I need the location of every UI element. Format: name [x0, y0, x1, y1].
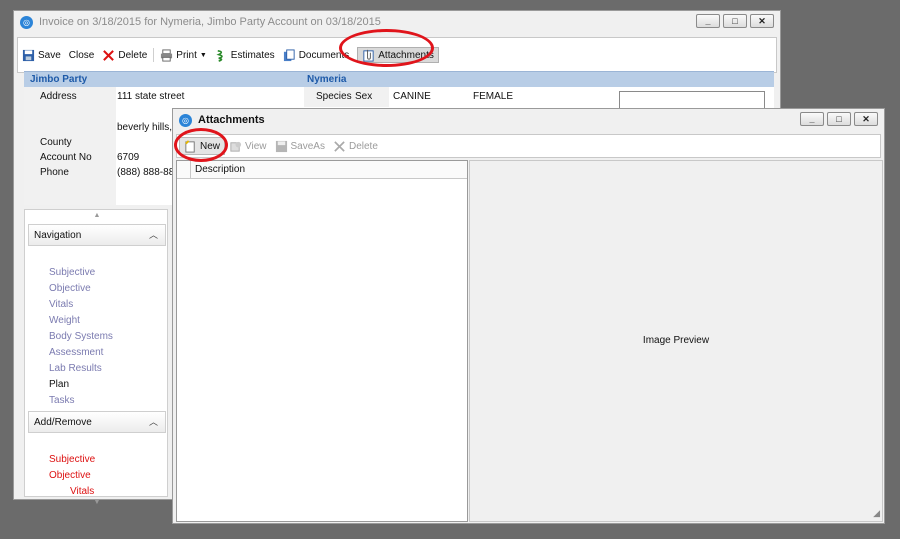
address-label: Address — [40, 91, 77, 102]
view-icon — [230, 141, 242, 152]
estimates-icon — [216, 49, 223, 62]
nav-item-plan[interactable]: Plan — [49, 379, 69, 390]
floppy-disk-icon — [275, 140, 287, 152]
delete-attachment-button[interactable]: Delete — [329, 135, 382, 157]
nav-item-subjective[interactable]: Subjective — [49, 267, 95, 278]
chevron-up-icon: ︿ — [148, 230, 158, 240]
invoice-titlebar[interactable]: ◎ Invoice on 3/18/2015 for Nymeria, Jimb… — [14, 11, 780, 33]
resize-grip-icon[interactable]: ◢ — [873, 508, 880, 519]
maximize-button[interactable]: □ — [827, 112, 851, 126]
client-name[interactable]: Jimbo Party — [30, 74, 87, 85]
image-preview-label: Image Preview — [642, 335, 710, 346]
client-patient-header: Jimbo Party Nymeria — [24, 71, 774, 87]
invoice-toolbar: Save Close Delete Print ▼ Estimates Docu… — [17, 37, 777, 73]
app-logo-icon: ◎ — [179, 113, 192, 127]
printer-icon — [161, 48, 173, 62]
delete-button[interactable]: Delete — [98, 38, 151, 72]
scroll-up-icon[interactable]: ▲ — [25, 212, 169, 219]
invoice-window-title: Invoice on 3/18/2015 for Nymeria, Jimbo … — [39, 16, 381, 28]
sex-value: FEMALE — [473, 91, 514, 102]
county-label: County — [40, 137, 72, 148]
new-button[interactable]: New — [179, 137, 226, 155]
close-window-button[interactable]: ✕ — [854, 112, 878, 126]
dropdown-arrow-icon: ▼ — [199, 51, 207, 59]
navigation-header-label: Navigation — [34, 229, 82, 241]
navigation-group-header[interactable]: Navigation ︿ — [28, 224, 166, 246]
red-x-icon — [103, 49, 115, 61]
save-label: Save — [38, 49, 61, 61]
address-line2: beverly hills, — [117, 122, 173, 133]
scroll-down-icon[interactable]: ▼ — [25, 499, 169, 506]
new-document-icon — [185, 139, 195, 153]
row-header-cell — [177, 161, 191, 179]
attachments-button[interactable]: Attachments — [357, 47, 439, 63]
attachments-list[interactable]: Description — [176, 160, 468, 522]
nav-item-assessment[interactable]: Assessment — [49, 347, 103, 358]
nav-item-vitals[interactable]: Vitals — [49, 299, 73, 310]
print-button[interactable]: Print ▼ — [156, 38, 211, 72]
view-button[interactable]: View — [225, 135, 271, 157]
documents-label: Documents — [298, 49, 350, 61]
patient-name[interactable]: Nymeria — [307, 74, 346, 85]
nav-item-objective[interactable]: Objective — [49, 283, 91, 294]
nav-item-body-systems[interactable]: Body Systems — [49, 331, 113, 342]
documents-icon — [283, 48, 295, 61]
view-label: View — [245, 140, 267, 152]
address-line1: 111 state street — [117, 91, 185, 102]
minimize-button[interactable]: _ — [800, 112, 824, 126]
close-label: Close — [68, 49, 95, 61]
attachments-list-header: Description — [177, 161, 467, 179]
attachments-label: Attachments — [378, 49, 434, 61]
image-preview-pane: Image Preview ◢ — [469, 160, 883, 522]
save-as-button[interactable]: SaveAs — [271, 135, 329, 157]
sex-label: Sex — [355, 91, 373, 102]
toolbar-separator — [153, 48, 155, 62]
print-label: Print — [176, 49, 197, 61]
delete-attachment-label: Delete — [348, 140, 378, 152]
save-as-label: SaveAs — [290, 140, 325, 152]
description-column-header[interactable]: Description — [195, 164, 245, 175]
minimize-button[interactable]: _ — [696, 14, 720, 28]
species-label: Species — [316, 91, 352, 102]
attachments-dialog: ◎ Attachments _ □ ✕ New View SaveAs Dele… — [172, 108, 885, 524]
delete-label: Delete — [118, 49, 148, 61]
add-remove-header-label: Add/Remove — [34, 416, 92, 428]
phone-value: (888) 888-88 — [117, 167, 175, 178]
x-icon — [334, 140, 345, 152]
attachments-toolbar: New View SaveAs Delete — [176, 134, 881, 158]
chevron-up-icon: ︿ — [148, 417, 158, 427]
add-remove-vitals[interactable]: Vitals — [70, 486, 94, 497]
species-value: CANINE — [393, 91, 431, 102]
account-no-label: Account No — [40, 152, 92, 163]
documents-button[interactable]: Documents — [279, 38, 354, 72]
estimates-label: Estimates — [230, 49, 275, 61]
add-remove-subjective[interactable]: Subjective — [49, 454, 95, 465]
close-button[interactable]: Close — [65, 38, 99, 72]
add-remove-objective[interactable]: Objective — [49, 470, 91, 481]
new-label: New — [200, 140, 221, 152]
floppy-disk-icon — [22, 49, 35, 61]
nav-item-weight[interactable]: Weight — [49, 315, 80, 326]
attachments-dialog-title: Attachments — [198, 114, 265, 126]
app-logo-icon: ◎ — [20, 15, 33, 29]
nav-item-lab-results[interactable]: Lab Results — [49, 363, 102, 374]
close-window-button[interactable]: ✕ — [750, 14, 774, 28]
navigation-sidebar: ▲ Navigation ︿ Subjective Objective Vita… — [24, 209, 169, 506]
save-button[interactable]: Save — [18, 38, 65, 72]
add-remove-group-header[interactable]: Add/Remove ︿ — [28, 411, 166, 433]
paperclip-icon — [363, 49, 374, 62]
account-no-value: 6709 — [117, 152, 140, 163]
phone-label: Phone — [40, 167, 69, 178]
attachments-titlebar[interactable]: ◎ Attachments _ □ ✕ — [173, 109, 884, 131]
maximize-button[interactable]: □ — [723, 14, 747, 28]
estimates-button[interactable]: Estimates — [211, 38, 279, 72]
nav-item-tasks[interactable]: Tasks — [49, 395, 75, 406]
